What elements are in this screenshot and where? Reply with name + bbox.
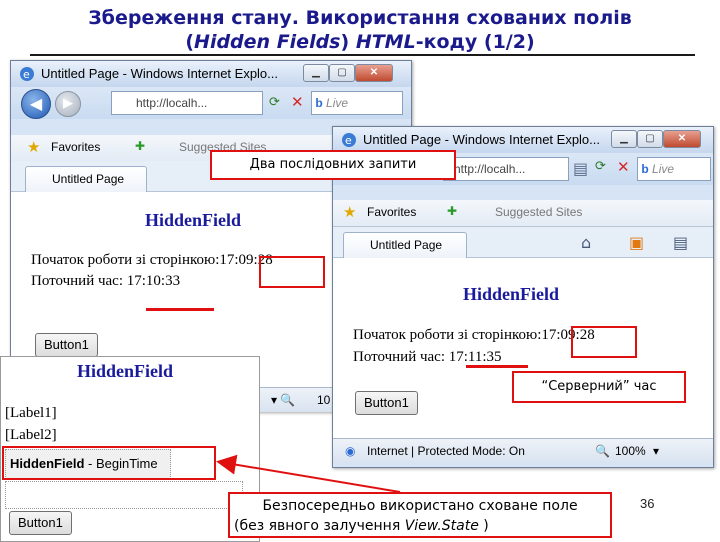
two-requests-callout: Два послідовних запити: [210, 150, 456, 180]
note-viewstate: View.State: [404, 518, 479, 534]
note-line2-text: (без явного залучення: [234, 518, 405, 534]
note-line2-close: ): [478, 518, 489, 534]
page-number: 36: [640, 496, 655, 511]
note-line2: (без явного залучення View.State ): [230, 516, 610, 536]
note-line1: Безпосередньо використано сховане поле: [262, 498, 578, 514]
arrow-to-hiddenfield: [216, 454, 401, 493]
hidden-field-note: Безпосередньо використано сховане поле (…: [228, 492, 612, 538]
server-time-callout: “Серверний” час: [512, 371, 686, 403]
